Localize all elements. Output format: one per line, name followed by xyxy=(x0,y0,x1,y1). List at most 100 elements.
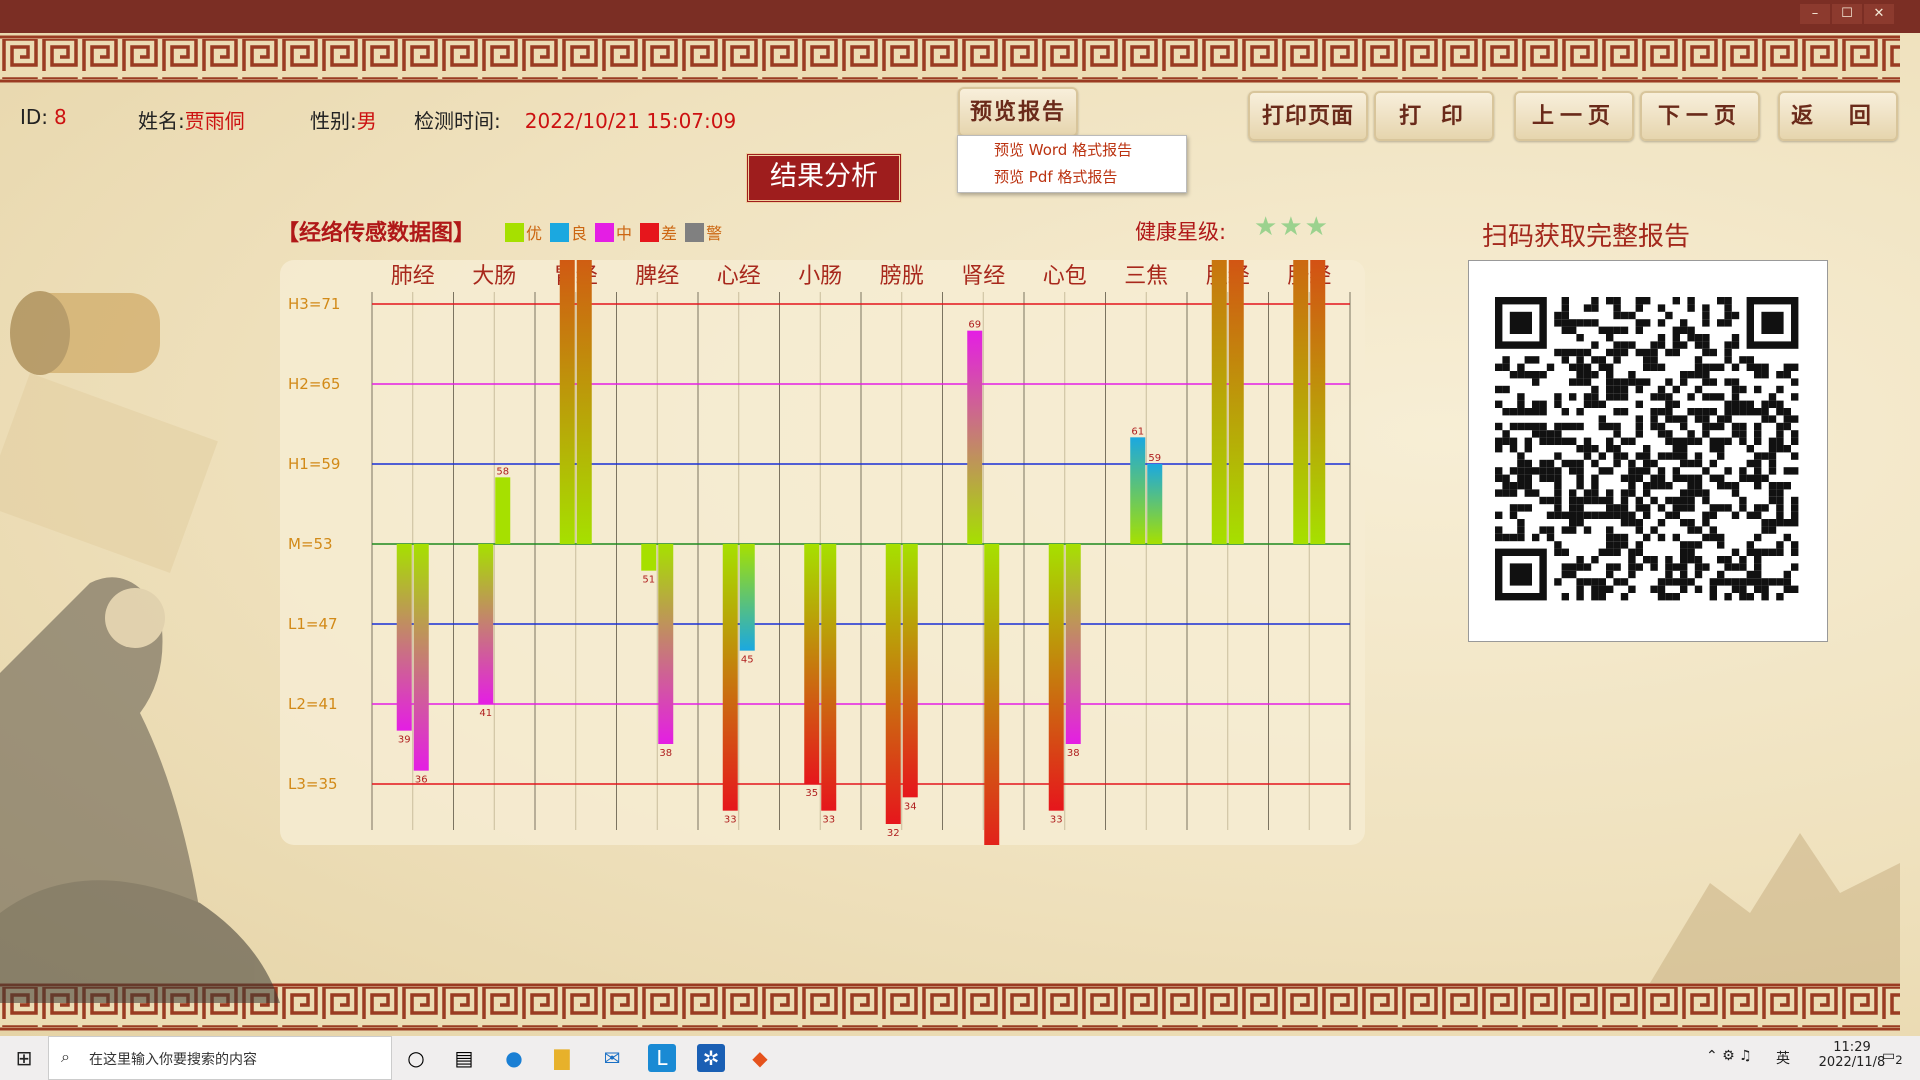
maximize-button[interactable]: ☐ xyxy=(1832,4,1862,24)
windows-start-icon[interactable]: ⊞ xyxy=(10,1044,38,1072)
qr-module xyxy=(1620,578,1629,586)
qr-module xyxy=(1613,378,1621,386)
qr-module xyxy=(1709,348,1717,357)
app-l-icon[interactable]: L xyxy=(648,1044,676,1072)
qr-module xyxy=(1739,437,1747,445)
qr-module xyxy=(1680,341,1688,349)
qr-module xyxy=(1583,348,1592,357)
taskbar-search[interactable]: ⌕ 在这里输入你要搜索的内容 xyxy=(48,1036,392,1080)
qr-module xyxy=(1761,585,1769,593)
qr-module xyxy=(1628,556,1636,564)
chart-heading: 【经络传感数据图】 xyxy=(277,221,476,246)
notification-icon[interactable]: ▭2 xyxy=(1882,1048,1903,1067)
qr-module xyxy=(1635,415,1643,423)
qr-module xyxy=(1672,334,1680,342)
qr-module xyxy=(1665,400,1673,408)
qr-module xyxy=(1724,563,1732,571)
qr-module xyxy=(1495,363,1503,371)
qr-module xyxy=(1598,415,1606,423)
qr-module xyxy=(1680,585,1688,593)
qr-module xyxy=(1532,356,1540,364)
qr-module xyxy=(1524,408,1532,416)
qr-module xyxy=(1717,297,1725,305)
data-bar xyxy=(821,544,837,811)
ime-indicator[interactable]: 英 xyxy=(1776,1048,1790,1068)
qr-module xyxy=(1783,422,1791,431)
qr-module xyxy=(1665,563,1673,571)
qr-module xyxy=(1672,452,1680,460)
qr-module xyxy=(1791,504,1799,512)
menu-item-preview-pdf[interactable]: 预览 Pdf 格式报告 xyxy=(958,164,1186,190)
print-button[interactable]: 打 印 xyxy=(1374,91,1494,141)
prev-page-button[interactable]: 上一页 xyxy=(1514,91,1634,141)
widgets-icon[interactable]: ▤ xyxy=(450,1044,478,1072)
data-bar xyxy=(396,544,412,731)
qr-module xyxy=(1591,496,1599,505)
file-explorer-icon[interactable]: ▇ xyxy=(548,1044,576,1072)
qr-module xyxy=(1635,378,1643,386)
qr-module xyxy=(1657,504,1666,512)
minimize-button[interactable]: – xyxy=(1800,4,1830,24)
qr-module xyxy=(1613,452,1621,460)
qr-module xyxy=(1776,504,1784,512)
qr-module xyxy=(1569,504,1577,512)
qr-module xyxy=(1724,437,1732,445)
edge-browser-icon[interactable]: ● xyxy=(500,1044,528,1072)
clock[interactable]: 11:29 2022/11/8 xyxy=(1812,1040,1892,1070)
qr-module xyxy=(1554,437,1562,445)
qr-title: 扫码获取完整报告 xyxy=(1482,222,1691,252)
print-page-button[interactable]: 打印页面 xyxy=(1248,91,1368,141)
back-button[interactable]: 返 回 xyxy=(1778,91,1898,141)
qr-module xyxy=(1702,304,1710,312)
legend-label: 警 xyxy=(706,224,723,243)
category-label: 肾经 xyxy=(961,264,1005,289)
qr-module xyxy=(1628,378,1636,386)
preview-report-button[interactable]: 预览报告 xyxy=(958,87,1078,137)
qr-module xyxy=(1709,422,1717,431)
qr-module xyxy=(1613,563,1621,571)
next-page-button[interactable]: 下一页 xyxy=(1640,91,1760,141)
qr-module xyxy=(1731,511,1740,519)
qr-module xyxy=(1731,408,1740,416)
qr-module xyxy=(1561,304,1569,312)
qr-module xyxy=(1613,304,1621,312)
mail-icon[interactable]: ✉ xyxy=(598,1044,626,1072)
qr-module xyxy=(1776,371,1784,379)
qr-module xyxy=(1561,348,1569,357)
qr-module xyxy=(1739,585,1747,593)
qr-module xyxy=(1576,519,1584,527)
qr-module xyxy=(1783,519,1791,527)
qr-module xyxy=(1776,489,1784,497)
qr-module xyxy=(1569,363,1577,371)
reference-line-label: L2=41 xyxy=(288,695,338,713)
menu-item-preview-word[interactable]: 预览 Word 格式报告 xyxy=(958,137,1186,163)
app-active-icon[interactable]: ✲ xyxy=(697,1044,725,1072)
task-view-icon[interactable]: ○ xyxy=(402,1044,430,1072)
qr-module xyxy=(1657,578,1666,586)
app-flame-icon[interactable]: ◆ xyxy=(746,1044,774,1072)
qr-module xyxy=(1606,334,1614,342)
tray-icons[interactable]: ⌃ ⚙ ♫ xyxy=(1706,1048,1752,1064)
qr-module xyxy=(1672,496,1680,505)
qr-module xyxy=(1761,400,1769,408)
qr-module xyxy=(1739,385,1747,394)
reference-line-label: M=53 xyxy=(288,535,333,553)
qr-module xyxy=(1517,519,1525,527)
qr-module xyxy=(1694,452,1703,460)
qr-module xyxy=(1539,430,1547,438)
qr-module xyxy=(1635,319,1643,327)
qr-module xyxy=(1554,482,1562,490)
qr-module xyxy=(1576,459,1584,468)
qr-module xyxy=(1702,489,1710,497)
qr-module xyxy=(1509,467,1518,475)
close-button[interactable]: ✕ xyxy=(1864,4,1894,24)
qr-module xyxy=(1620,511,1629,519)
qr-module xyxy=(1687,541,1695,549)
data-label: 32 xyxy=(887,828,900,839)
qr-module xyxy=(1583,363,1592,371)
qr-module xyxy=(1702,430,1710,438)
qr-module xyxy=(1509,533,1518,542)
qr-module xyxy=(1532,489,1540,497)
qr-module xyxy=(1613,459,1621,468)
qr-module xyxy=(1635,297,1643,305)
